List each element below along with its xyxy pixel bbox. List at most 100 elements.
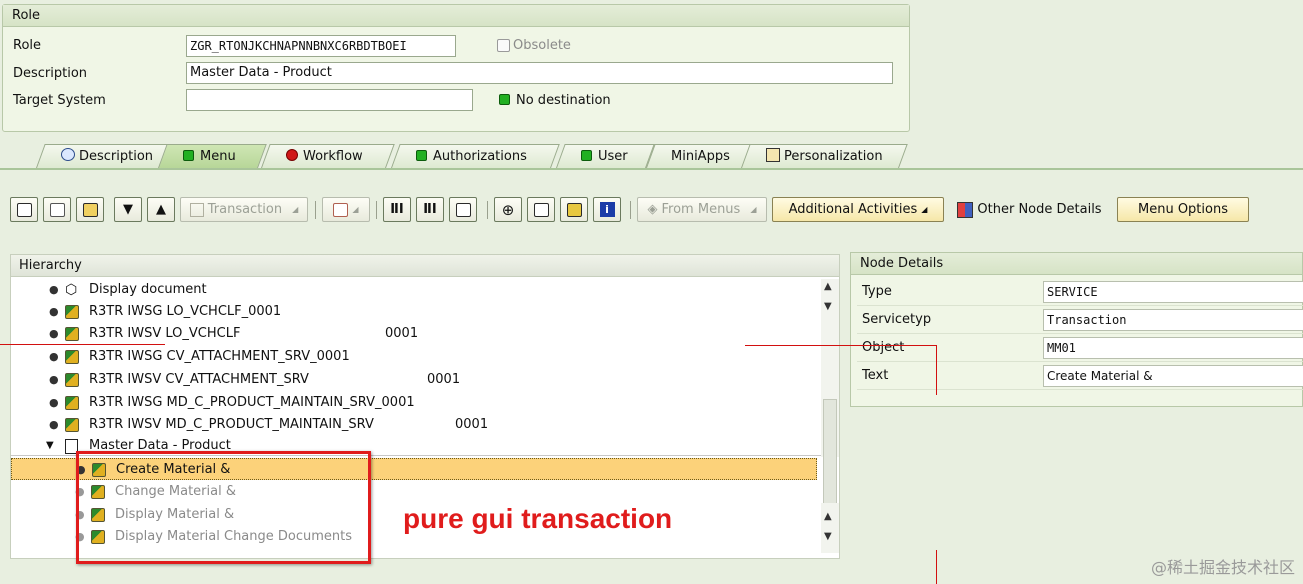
tab-workflow[interactable]: Workflow <box>260 144 395 170</box>
tree-node-label: R3TR IWSV CV_ATTACHMENT_SRV <box>89 372 309 387</box>
expand-arrow-icon: ▼ <box>46 440 54 451</box>
tree-bullet: ● <box>49 283 59 296</box>
tree-node[interactable]: ● R3TR IWSG MD_C_PRODUCT_MAINTAIN_SRV_00… <box>11 392 817 414</box>
info-icon: i <box>599 202 615 217</box>
from-menus-icon: ◈ <box>647 202 658 217</box>
tab-personalization[interactable]: Personalization <box>740 144 908 170</box>
tree-node-version: 0001 <box>427 372 461 387</box>
service-icon <box>65 327 79 341</box>
find-button[interactable]: ⅡⅠ <box>383 197 411 222</box>
tree-node-label: R3TR IWSV MD_C_PRODUCT_MAINTAIN_SRV <box>89 417 374 432</box>
green-status-icon <box>499 94 510 105</box>
move-up-button[interactable]: ▲ <box>147 197 175 222</box>
tab-personalization-label: Personalization <box>784 149 883 164</box>
save-button[interactable] <box>76 197 104 222</box>
role-field[interactable]: ZGR_RTONJKCHNAPNNBNXC6RBDTBOEI <box>186 35 456 57</box>
description-icon <box>61 148 75 161</box>
detail-value: MM01 <box>1043 337 1303 359</box>
tab-description-label: Description <box>79 149 154 164</box>
dropdown-arrow-icon: ◢ <box>292 205 299 214</box>
tree-node[interactable]: ● R3TR IWSV LO_VCHCLF 0001 <box>11 323 817 345</box>
delete-node-icon <box>333 202 349 217</box>
magnifier-icon: ⊕ <box>501 200 515 219</box>
tab-menu[interactable]: Menu <box>157 144 267 170</box>
print-button[interactable] <box>527 197 555 222</box>
tab-strip: Description Menu Workflow Authorizations… <box>20 144 1303 170</box>
zoom-button[interactable]: ⊕ <box>494 197 522 222</box>
tree-bullet: ● <box>49 350 59 363</box>
scroll-down-icon: ▼ <box>824 301 832 312</box>
detail-value: SERVICE <box>1043 281 1303 303</box>
tree-node[interactable]: ● R3TR IWSG CV_ATTACHMENT_SRV_0001 <box>11 346 817 368</box>
dropdown-arrow-icon: ◢ <box>921 205 928 214</box>
tree-bullet: ● <box>49 396 59 409</box>
printer-icon <box>533 202 549 217</box>
tree-node-label: R3TR IWSG CV_ATTACHMENT_SRV_0001 <box>89 349 350 364</box>
annotation-text: pure gui transaction <box>403 503 673 534</box>
folder-button[interactable] <box>43 197 71 222</box>
scroll-thumb[interactable] <box>823 399 837 509</box>
menu-options-label: Menu Options <box>1138 202 1228 217</box>
menu-options-button[interactable]: Menu Options <box>1117 197 1249 222</box>
tree-node-label: R3TR IWSG LO_VCHCLF_0001 <box>89 304 282 319</box>
lower-scrollbar[interactable]: ▲ ▼ <box>821 503 839 553</box>
tree-node-label: R3TR IWSV LO_VCHCLF <box>89 326 241 341</box>
tree-node-label: R3TR IWSG MD_C_PRODUCT_MAINTAIN_SRV_0001 <box>89 395 415 410</box>
annotation-line <box>0 344 165 345</box>
toolbar-separator <box>376 201 377 219</box>
document-icon <box>455 202 471 217</box>
delete-node-button[interactable]: ◢ <box>322 197 370 222</box>
dropdown-arrow-icon: ◢ <box>352 205 359 214</box>
green-status-icon <box>183 150 194 161</box>
annotation-line <box>936 550 937 584</box>
tree-node[interactable]: ● R3TR IWSV CV_ATTACHMENT_SRV 0001 <box>11 369 817 391</box>
tab-user-label: User <box>598 149 628 164</box>
triangle-down-icon: ▼ <box>123 202 133 217</box>
tab-authorizations[interactable]: Authorizations <box>390 144 560 170</box>
tab-menu-label: Menu <box>200 149 236 164</box>
detail-label: Text <box>862 368 889 383</box>
move-down-button[interactable]: ▼ <box>114 197 142 222</box>
tree-node[interactable]: ● ⬡ Display document <box>11 279 817 301</box>
service-icon <box>65 305 79 319</box>
detail-row-text: Text Create Material & <box>857 363 1303 390</box>
service-icon <box>65 418 79 432</box>
scroll-down-icon: ▼ <box>824 531 832 542</box>
additional-activities-button[interactable]: Additional Activities ◢ <box>772 197 944 222</box>
tree-bullet: ● <box>49 305 59 318</box>
docu-button[interactable] <box>449 197 477 222</box>
tree-node-version: 0001 <box>455 417 489 432</box>
toolbar: ▼ ▲ Transaction ◢ ◢ ⅡⅠ ⅡⅠ ⊕ i ◈ From Men… <box>10 197 1300 225</box>
green-status-icon <box>416 150 427 161</box>
additional-activities-label: Additional Activities <box>788 202 918 217</box>
from-menus-label: From Menus <box>661 202 741 217</box>
green-status-icon <box>581 150 592 161</box>
description-label: Description <box>13 66 88 81</box>
role-section: Role Role ZGR_RTONJKCHNAPNNBNXC6RBDTBOEI… <box>2 4 910 132</box>
display-change-button[interactable] <box>10 197 38 222</box>
layout-button[interactable] <box>560 197 588 222</box>
detail-row-object: Object MM01 <box>857 335 1303 362</box>
from-menus-button[interactable]: ◈ From Menus ◢ <box>637 197 767 222</box>
hierarchy-title: Hierarchy <box>11 255 839 277</box>
other-node-details-button[interactable]: Other Node Details <box>948 197 1111 222</box>
node-details-title: Node Details <box>851 253 1302 275</box>
tab-user[interactable]: User <box>555 144 655 170</box>
tab-miniapps[interactable]: MiniApps <box>645 144 755 170</box>
obsolete-checkbox[interactable] <box>497 39 510 52</box>
detail-label: Object <box>862 340 905 355</box>
target-system-label: Target System <box>13 93 106 108</box>
red-status-icon <box>286 149 298 161</box>
info-button[interactable]: i <box>593 197 621 222</box>
transaction-button[interactable]: Transaction ◢ <box>180 197 308 222</box>
tree-bullet: ● <box>49 418 59 431</box>
tab-workflow-label: Workflow <box>303 149 363 164</box>
target-system-field[interactable] <box>186 89 473 111</box>
upper-scrollbar[interactable]: ▲ ▼ <box>821 279 839 509</box>
annotation-highlight-box <box>76 451 371 564</box>
tree-node[interactable]: ● R3TR IWSV MD_C_PRODUCT_MAINTAIN_SRV 00… <box>11 414 817 436</box>
scroll-up-icon: ▲ <box>824 511 832 522</box>
description-field[interactable]: Master Data - Product <box>186 62 893 84</box>
find-next-button[interactable]: ⅡⅠ <box>416 197 444 222</box>
tree-node[interactable]: ● R3TR IWSG LO_VCHCLF_0001 <box>11 301 817 323</box>
